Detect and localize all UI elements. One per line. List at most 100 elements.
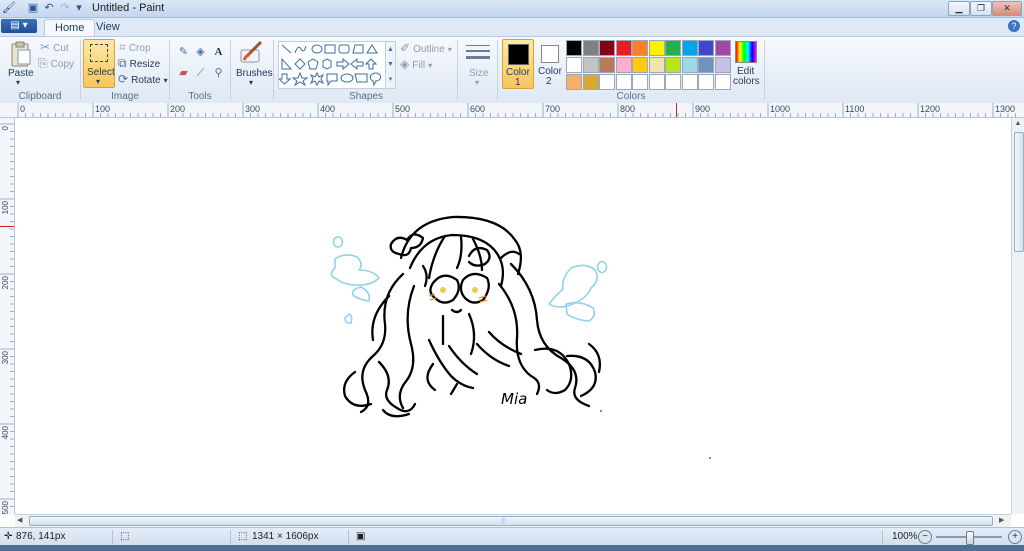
palette-swatch[interactable] bbox=[582, 40, 599, 56]
palette-swatch[interactable] bbox=[714, 57, 731, 73]
paint-app-icon[interactable]: 🖌 bbox=[2, 1, 16, 15]
ruler-label: 500 bbox=[1, 500, 10, 514]
ruler-label: 800 bbox=[620, 104, 635, 114]
file-size-icon: ▣ bbox=[356, 531, 366, 542]
select-label: Select bbox=[87, 67, 115, 78]
divider bbox=[764, 40, 765, 100]
zoom-out-button[interactable]: − bbox=[918, 530, 932, 544]
horizontal-scroll-thumb[interactable] bbox=[29, 516, 993, 526]
paste-dropdown-icon[interactable]: ▾ bbox=[16, 78, 20, 87]
palette-swatch[interactable] bbox=[681, 57, 698, 73]
brushes-button[interactable]: Brushes ▾ bbox=[234, 40, 273, 88]
pencil-icon[interactable]: ✎ bbox=[175, 44, 192, 61]
fill-bucket-icon[interactable]: ◈ bbox=[192, 44, 209, 61]
zoom-in-button[interactable]: + bbox=[1008, 530, 1022, 544]
color1-button[interactable]: Color 1 bbox=[502, 39, 534, 89]
eraser-icon[interactable]: ▰ bbox=[175, 65, 192, 82]
zoom-slider-thumb[interactable] bbox=[966, 531, 974, 545]
shapes-gallery[interactable] bbox=[277, 41, 386, 89]
palette-swatch[interactable] bbox=[599, 74, 615, 90]
group-label-clipboard: Clipboard bbox=[18, 91, 62, 102]
scroll-right-icon[interactable]: ▶ bbox=[999, 515, 1009, 526]
vertical-scroll-thumb[interactable] bbox=[1014, 132, 1024, 252]
palette-swatch[interactable] bbox=[665, 57, 681, 73]
ruler-label: 100 bbox=[95, 104, 110, 114]
copy-button[interactable]: ⎘ Copy bbox=[38, 56, 78, 70]
palette-swatch[interactable] bbox=[681, 74, 698, 90]
palette-swatch[interactable] bbox=[566, 40, 582, 56]
tab-view[interactable]: View bbox=[86, 19, 130, 36]
palette-swatch[interactable] bbox=[698, 74, 714, 90]
outline-button[interactable]: ✐ Outline ▾ bbox=[400, 41, 454, 55]
resize-button[interactable]: ⧉ Resize bbox=[118, 56, 162, 70]
magnifier-icon[interactable]: ⚲ bbox=[210, 65, 227, 82]
crop-label: Crop bbox=[128, 43, 151, 54]
selection-size-icon: ⬚ bbox=[120, 531, 130, 542]
fill-label: Fill bbox=[412, 60, 426, 71]
vertical-scrollbar[interactable]: ▲ bbox=[1011, 118, 1024, 514]
help-icon[interactable]: ? bbox=[1008, 20, 1020, 32]
palette-swatch[interactable] bbox=[632, 57, 648, 73]
palette-swatch[interactable] bbox=[582, 74, 599, 90]
palette-swatch[interactable] bbox=[648, 74, 665, 90]
ruler-label: 1200 bbox=[920, 104, 940, 114]
fill-button[interactable]: ◈ Fill ▾ bbox=[400, 57, 440, 71]
maximize-button[interactable]: ❐ bbox=[970, 1, 992, 16]
redo-icon[interactable]: ↷ bbox=[58, 1, 72, 15]
paste-button[interactable]: Paste ▾ bbox=[6, 40, 34, 88]
rotate-dropdown-icon: ▾ bbox=[163, 76, 168, 85]
scroll-left-icon[interactable]: ◀ bbox=[17, 515, 27, 526]
palette-swatch[interactable] bbox=[615, 57, 632, 73]
drawing-canvas[interactable]: Mia bbox=[15, 118, 1011, 514]
rotate-label: Rotate bbox=[131, 75, 161, 86]
brush-icon bbox=[240, 40, 263, 63]
palette-swatch[interactable] bbox=[648, 57, 665, 73]
cut-label: Cut bbox=[53, 43, 69, 54]
edit-colors-button[interactable]: Edit colors bbox=[733, 39, 760, 87]
rotate-button[interactable]: ⟳ Rotate ▾ bbox=[118, 72, 168, 86]
paint-menu-button[interactable]: ▤ ▾ bbox=[1, 19, 37, 33]
palette-swatch[interactable] bbox=[698, 40, 714, 56]
minimize-button[interactable]: ▁ bbox=[948, 1, 970, 16]
palette-swatch[interactable] bbox=[665, 74, 681, 90]
cut-button[interactable]: ✂ Cut bbox=[40, 40, 76, 54]
palette-swatch[interactable] bbox=[582, 57, 599, 73]
palette-swatch[interactable] bbox=[698, 57, 714, 73]
ruler-label: 0 bbox=[1, 125, 10, 130]
vertical-ruler: 0 100 200 300 400 500 bbox=[0, 118, 15, 514]
palette-swatch[interactable] bbox=[566, 74, 582, 90]
edit-colors-label-line2: colors bbox=[733, 76, 760, 87]
palette-swatch[interactable] bbox=[665, 40, 681, 56]
palette-swatch[interactable] bbox=[599, 57, 615, 73]
palette-swatch[interactable] bbox=[632, 74, 648, 90]
palette-swatch[interactable] bbox=[714, 40, 731, 56]
ruler-label: 300 bbox=[1, 350, 10, 364]
shapes-scroll[interactable]: ▲ ▼ ▾ bbox=[385, 41, 396, 89]
artist-signature: Mia bbox=[501, 390, 527, 408]
palette-swatch[interactable] bbox=[566, 57, 582, 73]
save-icon[interactable]: ▣ bbox=[26, 1, 40, 15]
undo-icon[interactable]: ↶ bbox=[42, 1, 56, 15]
divider bbox=[273, 40, 274, 100]
palette-swatch[interactable] bbox=[632, 40, 648, 56]
scroll-up-icon[interactable]: ▲ bbox=[1013, 120, 1023, 130]
palette-swatch[interactable] bbox=[599, 40, 615, 56]
color-picker-icon[interactable]: ⟋ bbox=[192, 65, 209, 82]
select-dropdown-icon: ▾ bbox=[96, 77, 101, 86]
palette-swatch[interactable] bbox=[615, 40, 632, 56]
palette-swatch[interactable] bbox=[714, 74, 731, 90]
divider bbox=[497, 40, 498, 100]
fill-icon: ◈ bbox=[400, 57, 410, 71]
palette-swatch[interactable] bbox=[648, 40, 665, 56]
crop-button[interactable]: ⌗ Crop bbox=[119, 40, 159, 54]
color2-button[interactable]: Color 2 bbox=[536, 39, 564, 87]
select-button[interactable]: Select ▾ bbox=[83, 39, 115, 88]
scroll-grip-icon: ⦙⦙⦙ bbox=[501, 516, 507, 525]
palette-swatch[interactable] bbox=[615, 74, 632, 90]
text-tool-icon[interactable]: A bbox=[210, 44, 227, 61]
size-button[interactable]: Size ▾ bbox=[463, 40, 493, 88]
close-button[interactable]: ✕ bbox=[992, 1, 1022, 16]
customize-quick-access-icon[interactable]: ▾ bbox=[72, 1, 86, 15]
horizontal-scrollbar[interactable]: ◀ ⦙⦙⦙ ▶ bbox=[15, 514, 1011, 527]
palette-swatch[interactable] bbox=[681, 40, 698, 56]
